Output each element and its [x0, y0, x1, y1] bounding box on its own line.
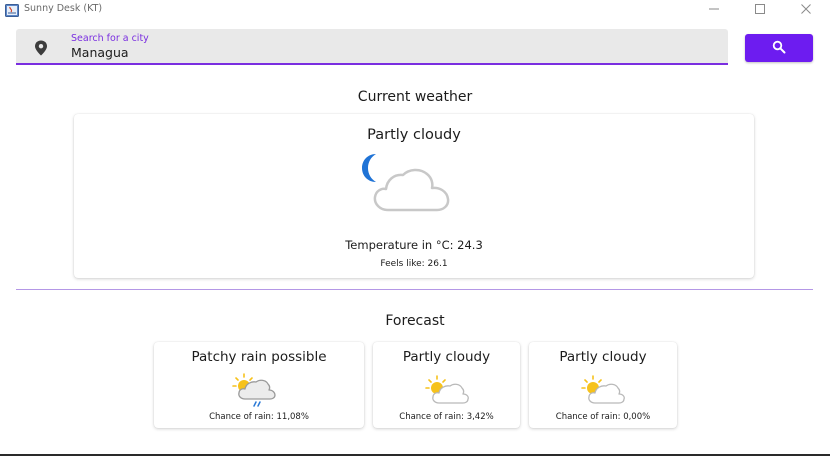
- title-bar: Sunny Desk (KT): [0, 0, 830, 18]
- current-weather-card: Partly cloudy Temperature in °C: 24.3 Fe…: [74, 114, 754, 278]
- window-title: Sunny Desk (KT): [24, 3, 103, 14]
- minimize-button[interactable]: [694, 0, 734, 18]
- forecast-heading: Forecast: [385, 313, 445, 329]
- map-pin-icon: [34, 40, 48, 56]
- forecast-condition: Partly cloudy: [402, 349, 491, 365]
- forecast-card: Partly cloudy Chance of rain: 0,00%: [529, 342, 677, 428]
- partly-cloudy-day-icon: [581, 373, 625, 407]
- maximize-button[interactable]: [740, 0, 780, 18]
- search-input[interactable]: Managua: [71, 45, 129, 60]
- java-app-icon: [5, 2, 19, 17]
- forecast-condition: Partly cloudy: [559, 349, 647, 365]
- forecast-rain-chance: Chance of rain: 3,42%: [399, 412, 494, 422]
- search-button[interactable]: [745, 34, 813, 62]
- partly-cloudy-day-icon: [425, 373, 469, 407]
- search-icon: [772, 39, 786, 58]
- partly-cloudy-night-icon: [360, 152, 472, 216]
- section-divider: [16, 289, 813, 290]
- current-condition: Partly cloudy: [367, 127, 461, 143]
- forecast-card: Partly cloudy Chance of rain: 3,42%: [373, 342, 520, 428]
- city-search-field[interactable]: Search for a city Managua: [16, 29, 728, 65]
- patchy-rain-icon: [232, 373, 276, 407]
- current-weather-heading: Current weather: [357, 89, 473, 105]
- feels-like-text: Feels like: 26.1: [380, 259, 448, 269]
- close-button[interactable]: [786, 0, 826, 18]
- search-field-label: Search for a city: [71, 33, 149, 44]
- temperature-text: Temperature in °C: 24.3: [345, 238, 483, 252]
- forecast-rain-chance: Chance of rain: 11,08%: [209, 412, 309, 422]
- forecast-condition: Patchy rain possible: [191, 349, 327, 365]
- forecast-card: Patchy rain possible Chance of rain: 11,…: [154, 342, 364, 428]
- forecast-rain-chance: Chance of rain: 0,00%: [555, 412, 651, 422]
